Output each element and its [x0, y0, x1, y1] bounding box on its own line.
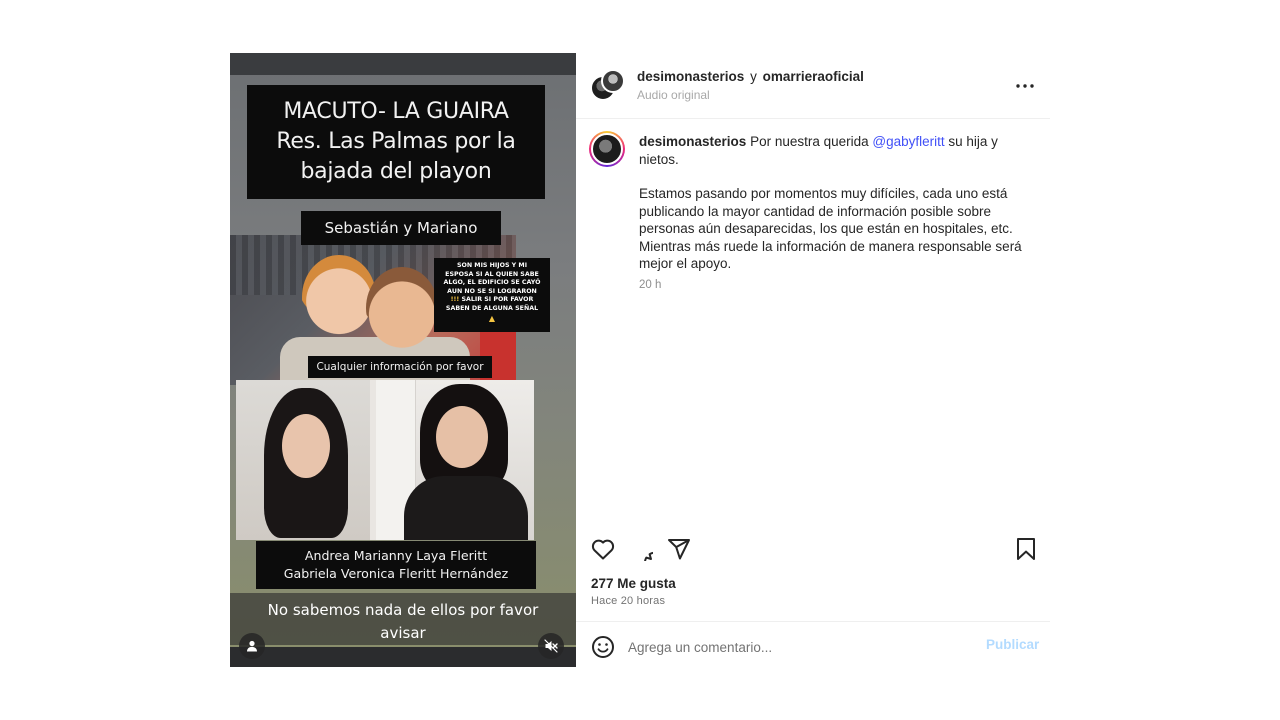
username-link[interactable]: desimonasterios: [637, 69, 744, 84]
women-photo: [236, 380, 534, 540]
media-caption: No sabemos nada de ellos por favor avisa…: [230, 593, 576, 645]
username-joiner: y: [750, 69, 757, 84]
note-line: SON MIS HIJOS Y MI: [456, 262, 528, 269]
caption-paragraph: Estamos pasando por momentos muy difícil…: [639, 186, 1022, 271]
post-header: desimonasterios y omarrieraoficial Audio…: [576, 53, 1050, 119]
media-title-box: MACUTO- LA GUAIRA Res. Las Palmas por la…: [247, 85, 545, 199]
emoji-button[interactable]: [590, 634, 616, 660]
likes-count[interactable]: 277 Me gusta: [591, 576, 676, 591]
media-caption-line: avisar: [380, 624, 426, 642]
more-horizontal-icon: [1016, 84, 1034, 88]
post-caption: desimonasterios Por nuestra querida @gab…: [639, 133, 1029, 290]
child-figure: [366, 267, 438, 349]
children-names-label: Sebastián y Mariano: [301, 211, 501, 245]
user-icon: [247, 640, 257, 652]
save-button[interactable]: [1012, 535, 1040, 563]
caption-text: Por nuestra querida: [750, 134, 869, 149]
avatar[interactable]: [601, 69, 625, 93]
note-line: ESPOSA SI AL QUIEN SABE: [445, 270, 539, 278]
publish-button[interactable]: Publicar: [986, 637, 1039, 652]
woman-photo-left: [236, 380, 370, 540]
woman-name: Andrea Marianny Laya Fleritt: [304, 548, 488, 563]
note-line: !!! SALIR SI POR FAVOR: [450, 296, 534, 304]
tagged-users-button[interactable]: [239, 633, 265, 659]
media-title-line: bajada del playon: [300, 159, 492, 184]
child-figure: [302, 255, 376, 339]
audio-link[interactable]: Audio original: [637, 88, 710, 102]
praying-hands-icon: ▲: [488, 313, 496, 323]
media-caption-line: No sabemos nada de ellos por favor: [267, 601, 539, 619]
share-button[interactable]: [665, 535, 693, 563]
note-line: ALGO, EL EDIFICIO SE CAYÓ: [443, 279, 541, 287]
collab-usernames: desimonasterios y omarrieraoficial: [637, 69, 864, 84]
bookmark-icon: [1017, 538, 1035, 560]
media-title-line: MACUTO- LA GUAIRA: [283, 99, 509, 124]
speaker-muted-icon: [544, 639, 558, 653]
note-line: AUN NO SE SI LOGRARON: [447, 287, 537, 295]
heart-icon: [591, 539, 615, 560]
caption-author-link[interactable]: desimonasterios: [639, 134, 746, 149]
comment-icon: [644, 551, 653, 561]
more-options-button[interactable]: [1012, 73, 1038, 95]
comment-input[interactable]: [628, 636, 968, 658]
mention-link[interactable]: @gabyfleritt: [872, 134, 944, 149]
media-bottom-strip: [230, 647, 576, 667]
info-request-label: Cualquier información por favor: [308, 356, 492, 378]
media-top-strip: [230, 53, 576, 75]
woman-photo-right: [376, 380, 534, 540]
media-title-line: Res. Las Palmas por la: [276, 129, 516, 154]
smiley-icon: [592, 636, 614, 658]
caption-paragraph: desimonasterios Por nuestra querida @gab…: [639, 133, 1029, 168]
caption-timestamp[interactable]: 20 h: [639, 279, 661, 291]
mute-toggle-button[interactable]: [538, 633, 564, 659]
comment-button[interactable]: [627, 535, 655, 563]
post-media[interactable]: MACUTO- LA GUAIRA Res. Las Palmas por la…: [230, 53, 576, 667]
action-bar: [576, 531, 1050, 567]
username-link[interactable]: omarrieraoficial: [763, 69, 864, 84]
note-line: SABEN DE ALGUNA SEÑAL: [445, 304, 539, 312]
like-button[interactable]: [589, 535, 617, 563]
avatar[interactable]: [589, 131, 625, 167]
add-comment-bar: Publicar: [576, 621, 1050, 667]
woman-name: Gabriela Veronica Fleritt Hernández: [283, 566, 509, 581]
post-details: desimonasterios y omarrieraoficial Audio…: [576, 53, 1050, 667]
post-timestamp[interactable]: Hace 20 horas: [591, 595, 665, 607]
share-icon: [668, 539, 690, 560]
women-names-label: Andrea Marianny Laya Fleritt Gabriela Ve…: [256, 541, 536, 589]
collab-avatars[interactable]: [590, 69, 626, 103]
parent-note: SON MIS HIJOS Y MI ESPOSA SI AL QUIEN SA…: [434, 258, 550, 332]
